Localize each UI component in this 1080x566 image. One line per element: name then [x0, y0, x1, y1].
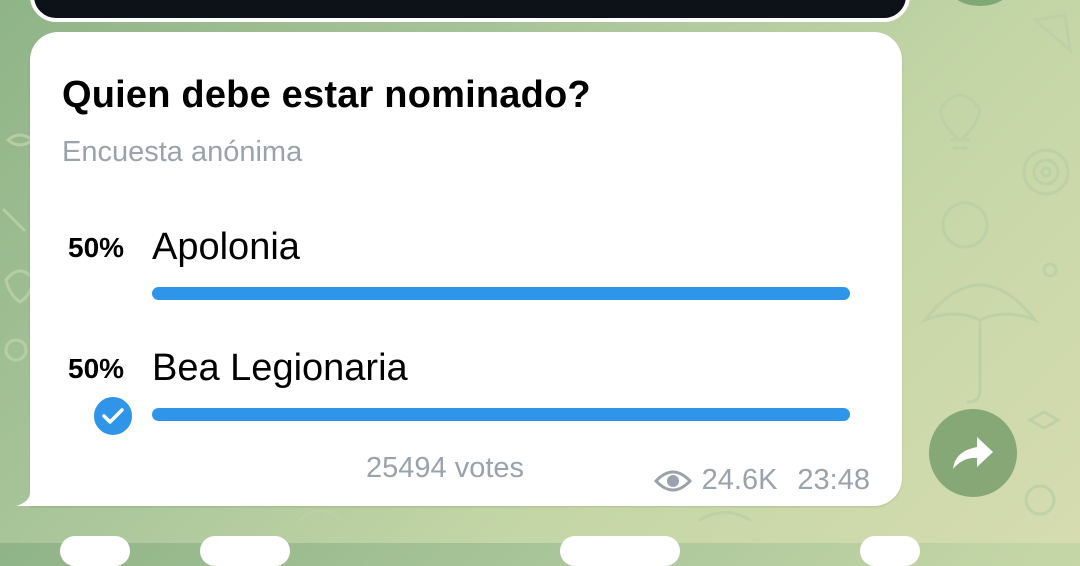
- option-result-bar-fill: [152, 287, 850, 300]
- option-result-bar: [152, 287, 850, 300]
- message-time: 23:48: [797, 464, 870, 496]
- option-result-bar: [152, 408, 850, 421]
- poll-total-votes[interactable]: 25494 votes: [366, 452, 524, 485]
- poll-type-label: Encuesta anónima: [62, 136, 303, 168]
- previous-media-message[interactable]: [30, 0, 910, 22]
- eye-icon: [653, 470, 692, 491]
- poll-message-bubble: Quien debe estar nominado? Encuesta anón…: [30, 32, 902, 506]
- share-arrow-icon: [953, 437, 993, 469]
- option-percent: 50%: [68, 353, 125, 384]
- next-message-bubble[interactable]: [200, 536, 290, 566]
- views-count: 24.6K: [701, 464, 778, 496]
- check-circle-icon: [92, 395, 134, 437]
- option-text: Bea Legionaria: [152, 347, 408, 389]
- poll-question: Quien debe estar nominado?: [62, 74, 591, 116]
- next-message-bubble[interactable]: [60, 536, 130, 566]
- previous-share-button[interactable]: [950, 0, 1010, 6]
- option-percent: 50%: [68, 232, 125, 263]
- option-text: Apolonia: [152, 226, 300, 268]
- option-result-bar-fill: [152, 408, 850, 421]
- message-meta: 24.6K 23:48: [653, 464, 870, 497]
- next-message-bubble[interactable]: [860, 536, 920, 566]
- share-button[interactable]: [929, 409, 1017, 497]
- next-message-bubble[interactable]: [560, 536, 680, 566]
